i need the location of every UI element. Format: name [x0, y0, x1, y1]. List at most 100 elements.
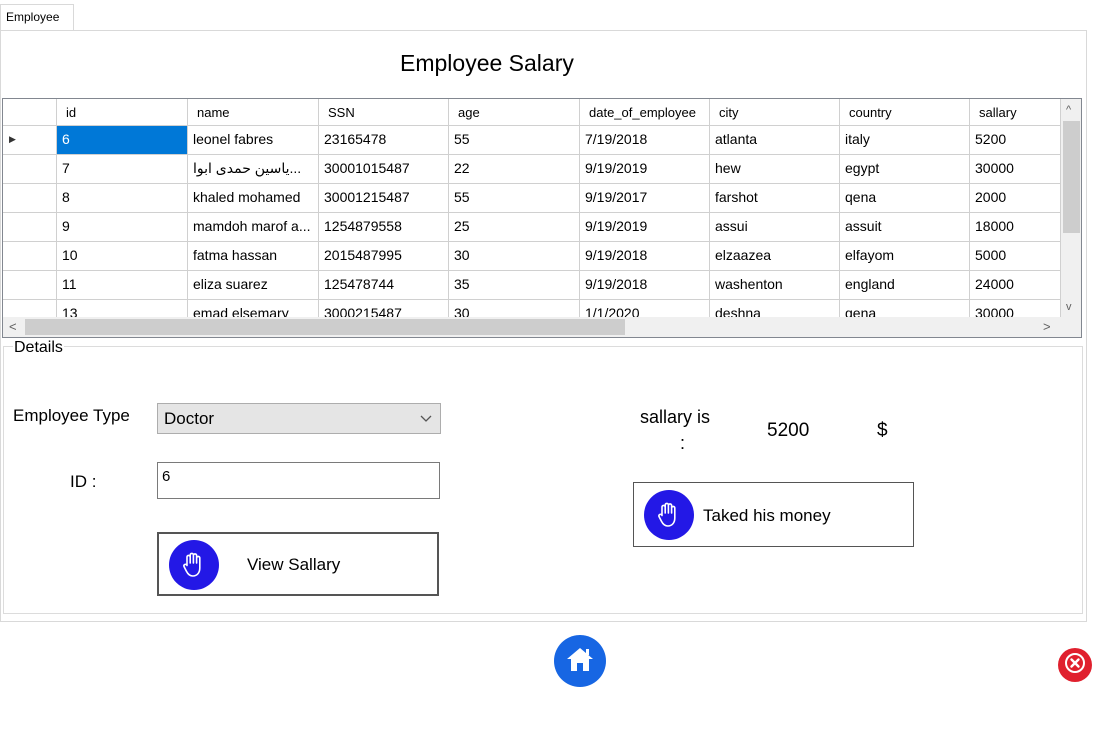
cell-age[interactable]: 35	[449, 271, 580, 300]
cell-city[interactable]: farshot	[710, 184, 840, 213]
cell-sallary[interactable]: 24000	[970, 271, 1061, 300]
cell-date-of-employee[interactable]: 7/19/2018	[580, 126, 710, 155]
cell-sallary[interactable]: 5200	[970, 126, 1061, 155]
scroll-right-icon[interactable]: >	[1043, 318, 1051, 336]
cell-age[interactable]: 22	[449, 155, 580, 184]
cell-ssn[interactable]: 2015487995	[319, 242, 449, 271]
cell-ssn[interactable]: 30001215487	[319, 184, 449, 213]
table-row[interactable]: 10 fatma hassan 2015487995 30 9/19/2018 elzaa…	[3, 242, 1061, 271]
taked-his-money-label: Taked his money	[703, 506, 831, 525]
cell-country[interactable]: qena	[840, 184, 970, 213]
view-sallary-button[interactable]: View Sallary	[157, 532, 439, 596]
tab-employee[interactable]: Employee	[0, 4, 74, 31]
cell-country[interactable]: italy	[840, 126, 970, 155]
column-header-sallary[interactable]: sallary	[970, 99, 1061, 126]
scroll-up-icon[interactable]: ^	[1066, 101, 1071, 119]
employee-type-value: Doctor	[164, 409, 215, 428]
id-input[interactable]: 6	[157, 462, 440, 499]
chevron-down-icon	[420, 404, 432, 443]
row-header[interactable]: ▶	[3, 126, 57, 155]
grid-header-row: id name SSN age date_of_employee city co…	[3, 99, 1061, 126]
salary-value: 5200	[767, 420, 810, 441]
cell-date-of-employee[interactable]: 9/19/2019	[580, 155, 710, 184]
cell-city[interactable]: elzaazea	[710, 242, 840, 271]
cell-ssn[interactable]: 30001015487	[319, 155, 449, 184]
cell-ssn[interactable]: 23165478	[319, 126, 449, 155]
cell-sallary[interactable]: 2000	[970, 184, 1061, 213]
cell-name[interactable]: mamdoh marof a...	[188, 213, 319, 242]
cell-city[interactable]: washenton	[710, 271, 840, 300]
cell-name[interactable]: leonel fabres	[188, 126, 319, 155]
cell-country[interactable]: egypt	[840, 155, 970, 184]
cell-city[interactable]: hew	[710, 155, 840, 184]
column-header-ssn[interactable]: SSN	[319, 99, 449, 126]
row-header-corner	[3, 99, 57, 126]
cell-date-of-employee[interactable]: 9/19/2018	[580, 242, 710, 271]
cell-sallary[interactable]: 30000	[970, 155, 1061, 184]
column-header-age[interactable]: age	[449, 99, 580, 126]
cell-age[interactable]: 25	[449, 213, 580, 242]
cell-ssn[interactable]: 125478744	[319, 271, 449, 300]
scroll-left-icon[interactable]: <	[9, 318, 17, 336]
details-group-label: Details	[13, 339, 64, 357]
cell-age[interactable]: 55	[449, 184, 580, 213]
scroll-down-icon[interactable]: v	[1066, 298, 1072, 316]
cell-id[interactable]: 9	[57, 213, 188, 242]
column-header-name[interactable]: name	[188, 99, 319, 126]
vertical-scroll-thumb[interactable]	[1063, 121, 1080, 233]
close-icon	[1064, 652, 1086, 679]
home-icon	[565, 645, 595, 678]
table-row[interactable]: 8 khaled mohamed 30001215487 55 9/19/2017 far…	[3, 184, 1061, 213]
cell-ssn[interactable]: 1254879558	[319, 213, 449, 242]
row-header[interactable]	[3, 155, 57, 184]
cell-city[interactable]: assui	[710, 213, 840, 242]
grid-rows: id name SSN age date_of_employee city co…	[3, 99, 1061, 319]
table-row[interactable]: 11 eliza suarez 125478744 35 9/19/2018 washen…	[3, 271, 1061, 300]
cell-age[interactable]: 30	[449, 242, 580, 271]
horizontal-scroll-thumb[interactable]	[25, 319, 625, 335]
hand-icon	[644, 490, 694, 540]
currency-symbol: $	[877, 420, 888, 441]
cell-id[interactable]: 7	[57, 155, 188, 184]
vertical-scrollbar[interactable]: ^ v	[1061, 99, 1081, 319]
table-row[interactable]: 9 mamdoh marof a... 1254879558 25 9/19/2019 a…	[3, 213, 1061, 242]
cell-id[interactable]: 11	[57, 271, 188, 300]
column-header-city[interactable]: city	[710, 99, 840, 126]
cell-date-of-employee[interactable]: 9/19/2017	[580, 184, 710, 213]
column-header-id[interactable]: id	[57, 99, 188, 126]
cell-date-of-employee[interactable]: 9/19/2019	[580, 213, 710, 242]
salary-is-colon: :	[680, 433, 686, 453]
row-header[interactable]	[3, 271, 57, 300]
cell-id[interactable]: 6	[57, 126, 188, 155]
cell-age[interactable]: 55	[449, 126, 580, 155]
taked-his-money-button[interactable]: Taked his money	[633, 482, 914, 547]
close-button[interactable]	[1058, 648, 1092, 682]
row-header[interactable]	[3, 242, 57, 271]
cell-country[interactable]: elfayom	[840, 242, 970, 271]
cell-country[interactable]: assuit	[840, 213, 970, 242]
cell-name[interactable]: eliza suarez	[188, 271, 319, 300]
employee-type-select[interactable]: Doctor	[157, 403, 441, 434]
table-row[interactable]: ▶ 6 leonel fabres 23165478 55 7/19/2018 atlant…	[3, 126, 1061, 155]
cell-id[interactable]: 10	[57, 242, 188, 271]
table-row[interactable]: 7 ياسين حمدى ابوا... 30001015487 22 9/19/201…	[3, 155, 1061, 184]
home-button[interactable]	[554, 635, 606, 687]
cell-city[interactable]: atlanta	[710, 126, 840, 155]
cell-country[interactable]: england	[840, 271, 970, 300]
column-header-date-of-employee[interactable]: date_of_employee	[580, 99, 710, 126]
cell-sallary[interactable]: 5000	[970, 242, 1061, 271]
cell-sallary[interactable]: 18000	[970, 213, 1061, 242]
column-header-country[interactable]: country	[840, 99, 970, 126]
cell-name[interactable]: khaled mohamed	[188, 184, 319, 213]
horizontal-scrollbar[interactable]: < >	[3, 317, 1081, 337]
employee-grid[interactable]: id name SSN age date_of_employee city co…	[2, 98, 1082, 338]
salary-is-label: sallary is	[640, 407, 711, 427]
employee-type-label: Employee Type	[13, 406, 130, 425]
cell-name[interactable]: ياسين حمدى ابوا...	[188, 155, 319, 184]
row-header[interactable]	[3, 184, 57, 213]
cell-date-of-employee[interactable]: 9/19/2018	[580, 271, 710, 300]
cell-id[interactable]: 8	[57, 184, 188, 213]
row-header[interactable]	[3, 213, 57, 242]
id-label: ID :	[70, 472, 97, 491]
cell-name[interactable]: fatma hassan	[188, 242, 319, 271]
